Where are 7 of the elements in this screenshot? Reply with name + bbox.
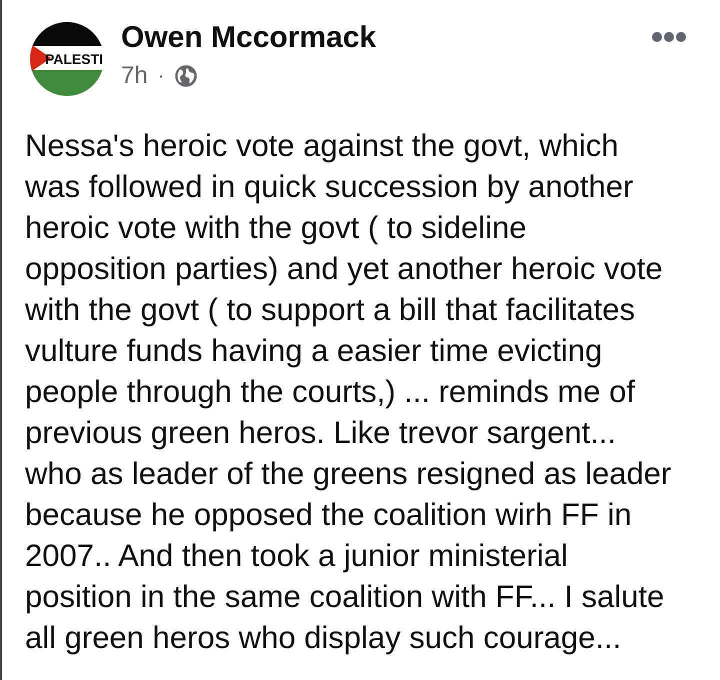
post-text: Nessa's heroic vote against the govt, which was followed in quick succession by another heroic vote with the govt ( to sideline opposition parties) and yet another heroic vote with the govt ( to support a bill that facilitates vulture funds having a easier time evicting people through the courts,) ... reminds me of previous green heros. Like trevor sargent... who as leader of the greens resigned as leader because he opposed the coalition wirh FF in 2007.. And then took a junior ministerial position in the same coalition with FF... I salute all green heros who display such courage... (25, 127, 672, 657)
avatar-text: PALESTI (45, 51, 104, 67)
post-time[interactable]: 7h (121, 63, 148, 89)
separator-dot: · (158, 64, 164, 89)
author-name[interactable]: Owen Mccormack (121, 21, 376, 55)
globe-icon[interactable] (174, 64, 198, 88)
more-options-icon[interactable] (651, 31, 687, 43)
